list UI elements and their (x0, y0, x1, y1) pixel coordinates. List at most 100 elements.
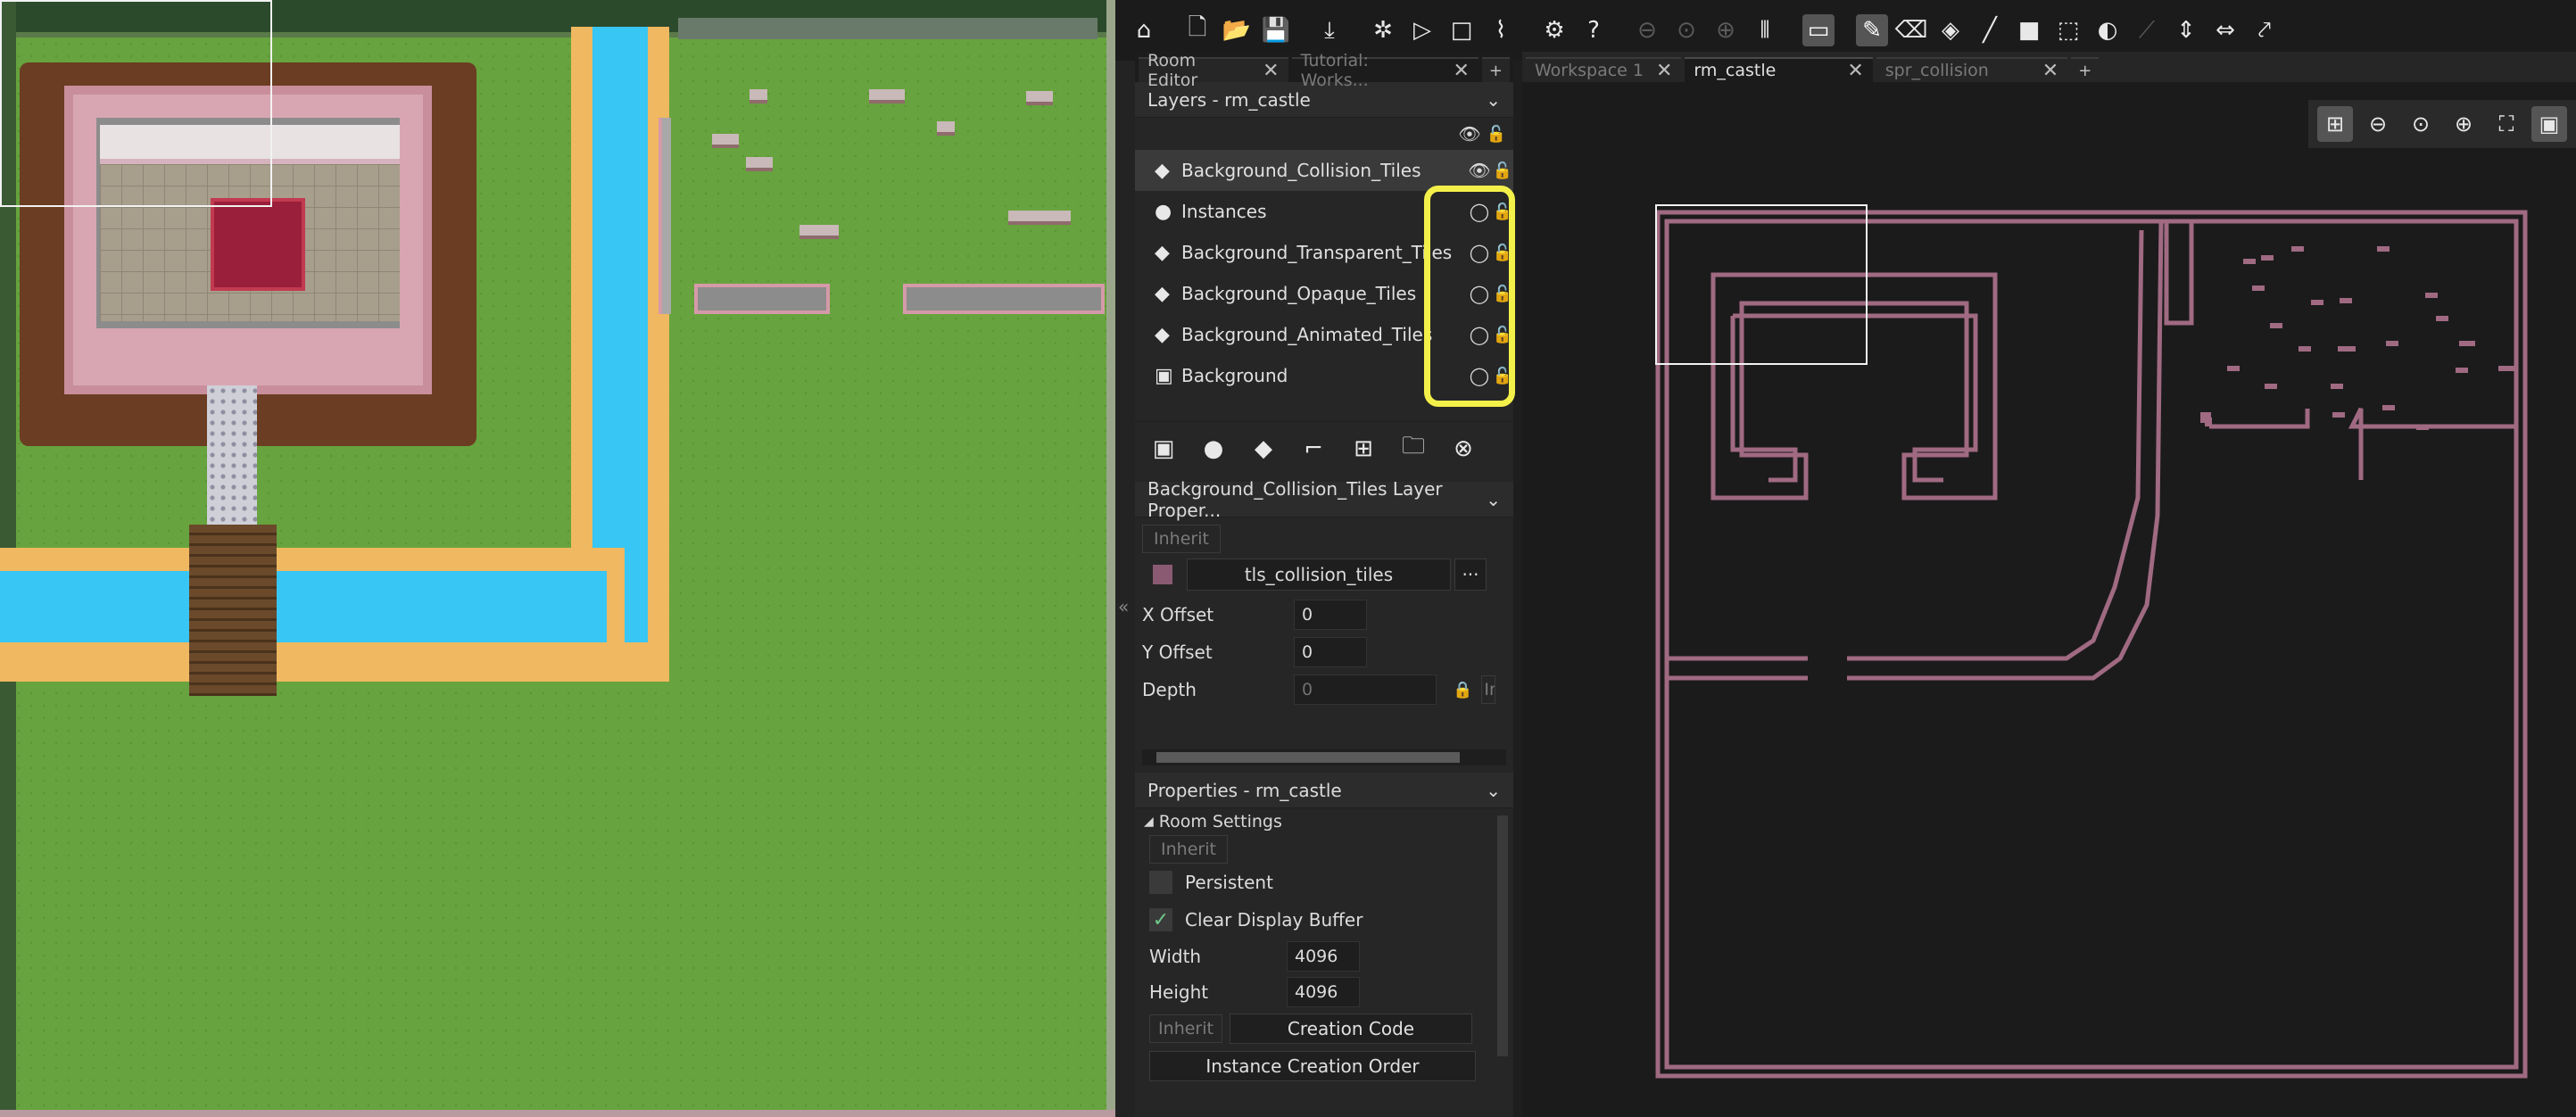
new-file-icon[interactable]: 🗋 (1181, 14, 1213, 46)
select-icon[interactable]: ⬚ (2052, 14, 2084, 46)
add-instance-layer-icon[interactable]: ● (1194, 429, 1233, 468)
instance-creation-order-button[interactable]: Instance Creation Order (1149, 1051, 1476, 1081)
chevron-down-icon[interactable]: ⌄ (1486, 780, 1501, 801)
height-label: Height (1149, 981, 1209, 1003)
tab-label: Room Editor (1147, 51, 1198, 90)
tileset-field[interactable]: tls_collision_tiles (1187, 558, 1451, 591)
width-row: Width 4096 (1135, 939, 1513, 974)
depth-label: Depth (1142, 679, 1197, 700)
inherit-depth-button[interactable]: In (1481, 675, 1496, 704)
debug-icon[interactable]: ✲ (1367, 14, 1399, 46)
clean-icon[interactable]: ⌇ (1485, 14, 1517, 46)
castle-collision (1710, 272, 1998, 501)
eye-icon[interactable]: 👁 (1458, 123, 1480, 145)
rotate-icon[interactable]: ⤤ (2249, 14, 2281, 46)
flip-vertical-icon[interactable]: ⇕ (2170, 14, 2202, 46)
panel-splitter[interactable]: « (1115, 0, 1135, 1117)
lock-icon[interactable]: 🔓 (1492, 161, 1513, 180)
add-asset-layer-icon[interactable]: ⊞ (1344, 429, 1383, 468)
home-icon[interactable]: ⌂ (1128, 14, 1160, 46)
persistent-row[interactable]: Persistent (1135, 864, 1513, 901)
add-tab-button[interactable]: + (2071, 57, 2100, 82)
map-right-edge (1106, 0, 1115, 1117)
close-icon[interactable]: ✕ (1847, 60, 1863, 82)
tileset-more-button[interactable]: ··· (1454, 558, 1487, 591)
room-properties-header[interactable]: Properties - rm_castle ⌄ (1135, 773, 1513, 808)
fill-icon[interactable]: ◈ (1934, 14, 1967, 46)
zoom-out-icon[interactable]: ⊖ (2360, 106, 2396, 142)
layer-actions: ▣ ● ◆ ⌐ ⊞ 🗀 ⊗ (1135, 421, 1513, 475)
clear-buffer-checkbox[interactable]: ✓ (1149, 908, 1172, 931)
chevron-down-icon[interactable]: ⌄ (1486, 89, 1501, 111)
tab-label: rm_castle (1694, 61, 1777, 80)
tab-rm-castle[interactable]: rm_castle ✕ (1685, 57, 1873, 82)
tab-room-editor[interactable]: Room Editor ✕ (1139, 51, 1288, 90)
zoom-in-icon[interactable]: ⊕ (2446, 106, 2481, 142)
eye-icon[interactable]: 👁 (1467, 160, 1492, 181)
room-settings-group[interactable]: ◢ Room Settings (1135, 808, 1513, 835)
zoom-in-icon[interactable]: ⊕ (1710, 14, 1742, 46)
flip-horizontal-icon[interactable]: ⇔ (2209, 14, 2241, 46)
inherit-button[interactable]: Inherit (1142, 525, 1221, 553)
grid-icon[interactable]: ⊞ (2317, 106, 2353, 142)
inherit-button[interactable]: Inherit (1149, 1014, 1222, 1043)
layer-properties-header[interactable]: Background_Collision_Tiles Layer Proper.… (1135, 478, 1513, 521)
settings-icon[interactable]: ⚙ (1538, 14, 1570, 46)
horizontal-scrollbar[interactable] (1142, 749, 1506, 765)
collision-tiles-canvas[interactable] (1522, 52, 2576, 1117)
eraser-icon[interactable]: ⌫ (1895, 14, 1928, 46)
stop-icon[interactable]: □ (1445, 14, 1478, 46)
rectangle-icon[interactable]: ■ (2013, 14, 2045, 46)
depth-input[interactable]: 0 (1294, 674, 1437, 705)
width-input[interactable]: 4096 (1287, 941, 1360, 972)
pencil-icon[interactable]: ✎ (1856, 14, 1888, 46)
create-executable-icon[interactable]: ⤓ (1313, 14, 1346, 46)
add-tab-button[interactable]: + (1481, 57, 1510, 82)
vertical-scrollbar[interactable] (1497, 815, 1508, 1056)
height-input[interactable]: 4096 (1287, 977, 1360, 1007)
creation-code-button[interactable]: Creation Code (1230, 1014, 1472, 1044)
x-offset-row: X Offset 0 (1135, 596, 1513, 633)
tab-tutorial[interactable]: Tutorial: Works... ✕ (1291, 51, 1479, 90)
add-path-layer-icon[interactable]: ⌐ (1294, 429, 1333, 468)
split-view-icon[interactable]: ⫴ (1749, 14, 1781, 46)
clear-buffer-label: Clear Display Buffer (1185, 909, 1363, 931)
layer-properties-title: Background_Collision_Tiles Layer Proper.… (1147, 477, 1443, 521)
play-icon[interactable]: ▷ (1406, 14, 1438, 46)
close-icon[interactable]: ✕ (1656, 60, 1672, 82)
zoom-out-icon[interactable]: ⊖ (1631, 14, 1663, 46)
width-label: Width (1149, 946, 1202, 967)
add-folder-icon[interactable]: 🗀 (1394, 429, 1433, 468)
monitor-icon[interactable]: ▭ (1802, 14, 1835, 46)
y-offset-input[interactable]: 0 (1294, 637, 1367, 667)
inherit-icon[interactable]: ◐ (2091, 14, 2124, 46)
line-icon[interactable]: ╱ (1974, 14, 2006, 46)
zoom-reset-icon[interactable]: ⊙ (2403, 106, 2439, 142)
lock-icon[interactable]: 🔓 (1487, 125, 1506, 144)
delete-layer-icon[interactable]: ⊗ (1444, 429, 1483, 468)
lock-icon[interactable]: 🔒 (1453, 681, 1472, 699)
close-icon[interactable]: ✕ (2042, 60, 2058, 82)
inherit-button[interactable]: Inherit (1149, 835, 1228, 864)
persistent-checkbox[interactable] (1149, 871, 1172, 894)
view-toggle-icon[interactable]: ▣ (2531, 106, 2567, 142)
zoom-reset-icon[interactable]: ⊙ (1670, 14, 1702, 46)
save-icon[interactable]: 💾 (1260, 14, 1292, 46)
collapse-chevron-icon[interactable]: « (1118, 596, 1129, 617)
river-water-horizontal (0, 571, 607, 642)
open-folder-icon[interactable]: 📂 (1221, 14, 1253, 46)
close-icon[interactable]: ✕ (1263, 60, 1279, 82)
clear-buffer-row[interactable]: ✓ Clear Display Buffer (1135, 901, 1513, 939)
tab-workspace[interactable]: Workspace 1 ✕ (1526, 57, 1682, 82)
x-offset-input[interactable]: 0 (1294, 600, 1367, 630)
tab-spr-collision[interactable]: spr_collision ✕ (1876, 57, 2068, 82)
help-icon[interactable]: ? (1578, 14, 1610, 46)
view-selection-rect (1655, 204, 1868, 365)
add-background-layer-icon[interactable]: ▣ (1144, 429, 1183, 468)
fullscreen-icon[interactable]: ⛶ (2489, 106, 2524, 142)
close-icon[interactable]: ✕ (1453, 60, 1469, 82)
pick-icon[interactable]: ⟋ (2131, 14, 2163, 46)
add-tile-layer-icon[interactable]: ◆ (1244, 429, 1283, 468)
instance-layer-icon: ● (1155, 200, 1172, 223)
chevron-down-icon[interactable]: ⌄ (1486, 489, 1501, 510)
